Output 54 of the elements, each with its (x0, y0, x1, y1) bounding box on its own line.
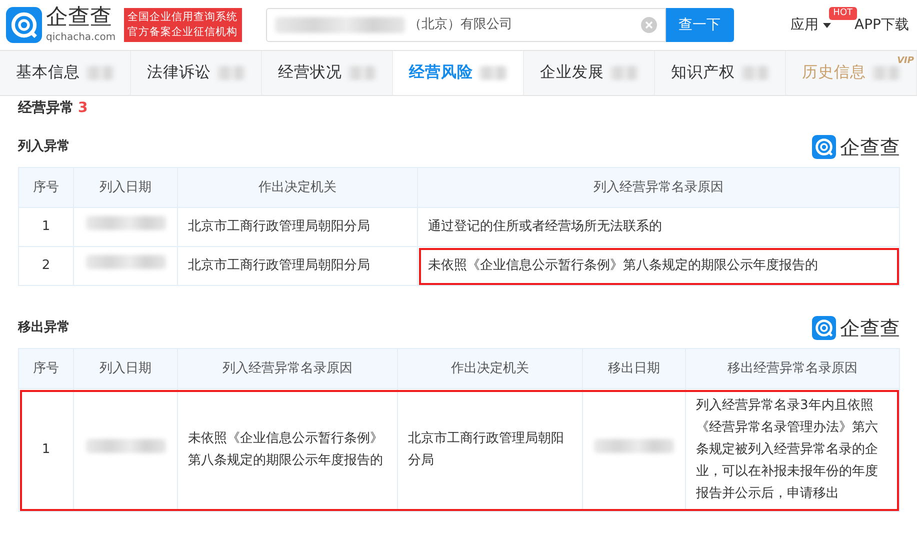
table-cell: 北京市工商行政管理局朝阳分局 (178, 246, 418, 286)
column-header: 列入日期 (74, 168, 178, 208)
subsection-title: 列入异常 (18, 138, 70, 156)
brand-text: 企查查 (840, 318, 900, 338)
table-cell: 未依照《企业信息公示暂行条例》第八条规定的期限公示年度报告的 (178, 388, 398, 512)
column-header: 列入日期 (74, 348, 178, 388)
search-button[interactable]: 查一下 (666, 8, 734, 42)
column-header: 序号 (18, 168, 74, 208)
nav-tab[interactable]: 经营状况 (262, 51, 393, 95)
column-header: 作出决定机关 (178, 168, 418, 208)
column-header: 移出经营异常名录原因 (686, 348, 900, 388)
apps-menu[interactable]: 应用 (790, 14, 819, 36)
logo-domain: qichacha.com (46, 33, 116, 43)
section-title: 经营异常 (18, 100, 74, 116)
table-cell: 1 (18, 208, 74, 246)
table-cell: 2 (18, 246, 74, 286)
nav-tab[interactable]: 知识产权 (655, 51, 786, 95)
brand-icon (812, 316, 836, 340)
search-value: （北京）有限公司 (408, 16, 513, 34)
redacted-count (348, 66, 376, 80)
column-header: 移出日期 (582, 348, 686, 388)
subsection-title: 移出异常 (18, 319, 70, 338)
logo-icon (6, 7, 42, 43)
table-cell: 北京市工商行政管理局朝阳分局 (178, 208, 418, 246)
nav-tab[interactable]: 基本信息 (0, 51, 131, 95)
nav-tab[interactable]: 法律诉讼 (131, 51, 262, 95)
vip-label: VIP (897, 55, 914, 68)
brand-icon (812, 135, 836, 159)
table-cell: 列入经营异常名录3年内且依照《经营异常名录管理办法》第六条规定被列入经营异常名录的企业，可以在补报未报年份的年度报告并公示后，申请移出 (686, 388, 900, 512)
redacted-count (610, 66, 638, 80)
column-header: 列入经营异常名录原因 (178, 348, 398, 388)
section-count: 3 (78, 100, 88, 116)
table-cell: 未依照《企业信息公示暂行条例》第八条规定的期限公示年度报告的 (418, 246, 900, 286)
redacted-count (479, 66, 507, 80)
redacted-count (741, 66, 769, 80)
redacted-count (872, 66, 900, 80)
table-cell: 1 (18, 388, 74, 512)
table-cell: 通过登记的住所或者经营场所无法联系的 (418, 208, 900, 246)
brand-text: 企查查 (840, 137, 900, 157)
redacted-count (86, 66, 114, 80)
column-header: 列入经营异常名录原因 (418, 168, 900, 208)
app-download-link[interactable]: APP下载 (854, 14, 909, 36)
hot-badge: HOT (829, 6, 857, 20)
column-header: 序号 (18, 348, 74, 388)
logo-text: 企查查 (46, 7, 113, 29)
column-header: 作出决定机关 (398, 348, 582, 388)
clear-icon[interactable] (640, 17, 657, 33)
redacted-count (217, 66, 245, 80)
nav-tab[interactable]: 企业发展 (524, 51, 655, 95)
nav-tab[interactable]: 经营风险 (393, 51, 524, 95)
slogan-badge: 全国企业信用查询系统 官方备案企业征信机构 (124, 8, 242, 42)
search-field[interactable]: （北京）有限公司 (266, 8, 666, 42)
caret-icon (822, 22, 831, 28)
table-cell: 北京市工商行政管理局朝阳分局 (398, 388, 582, 512)
